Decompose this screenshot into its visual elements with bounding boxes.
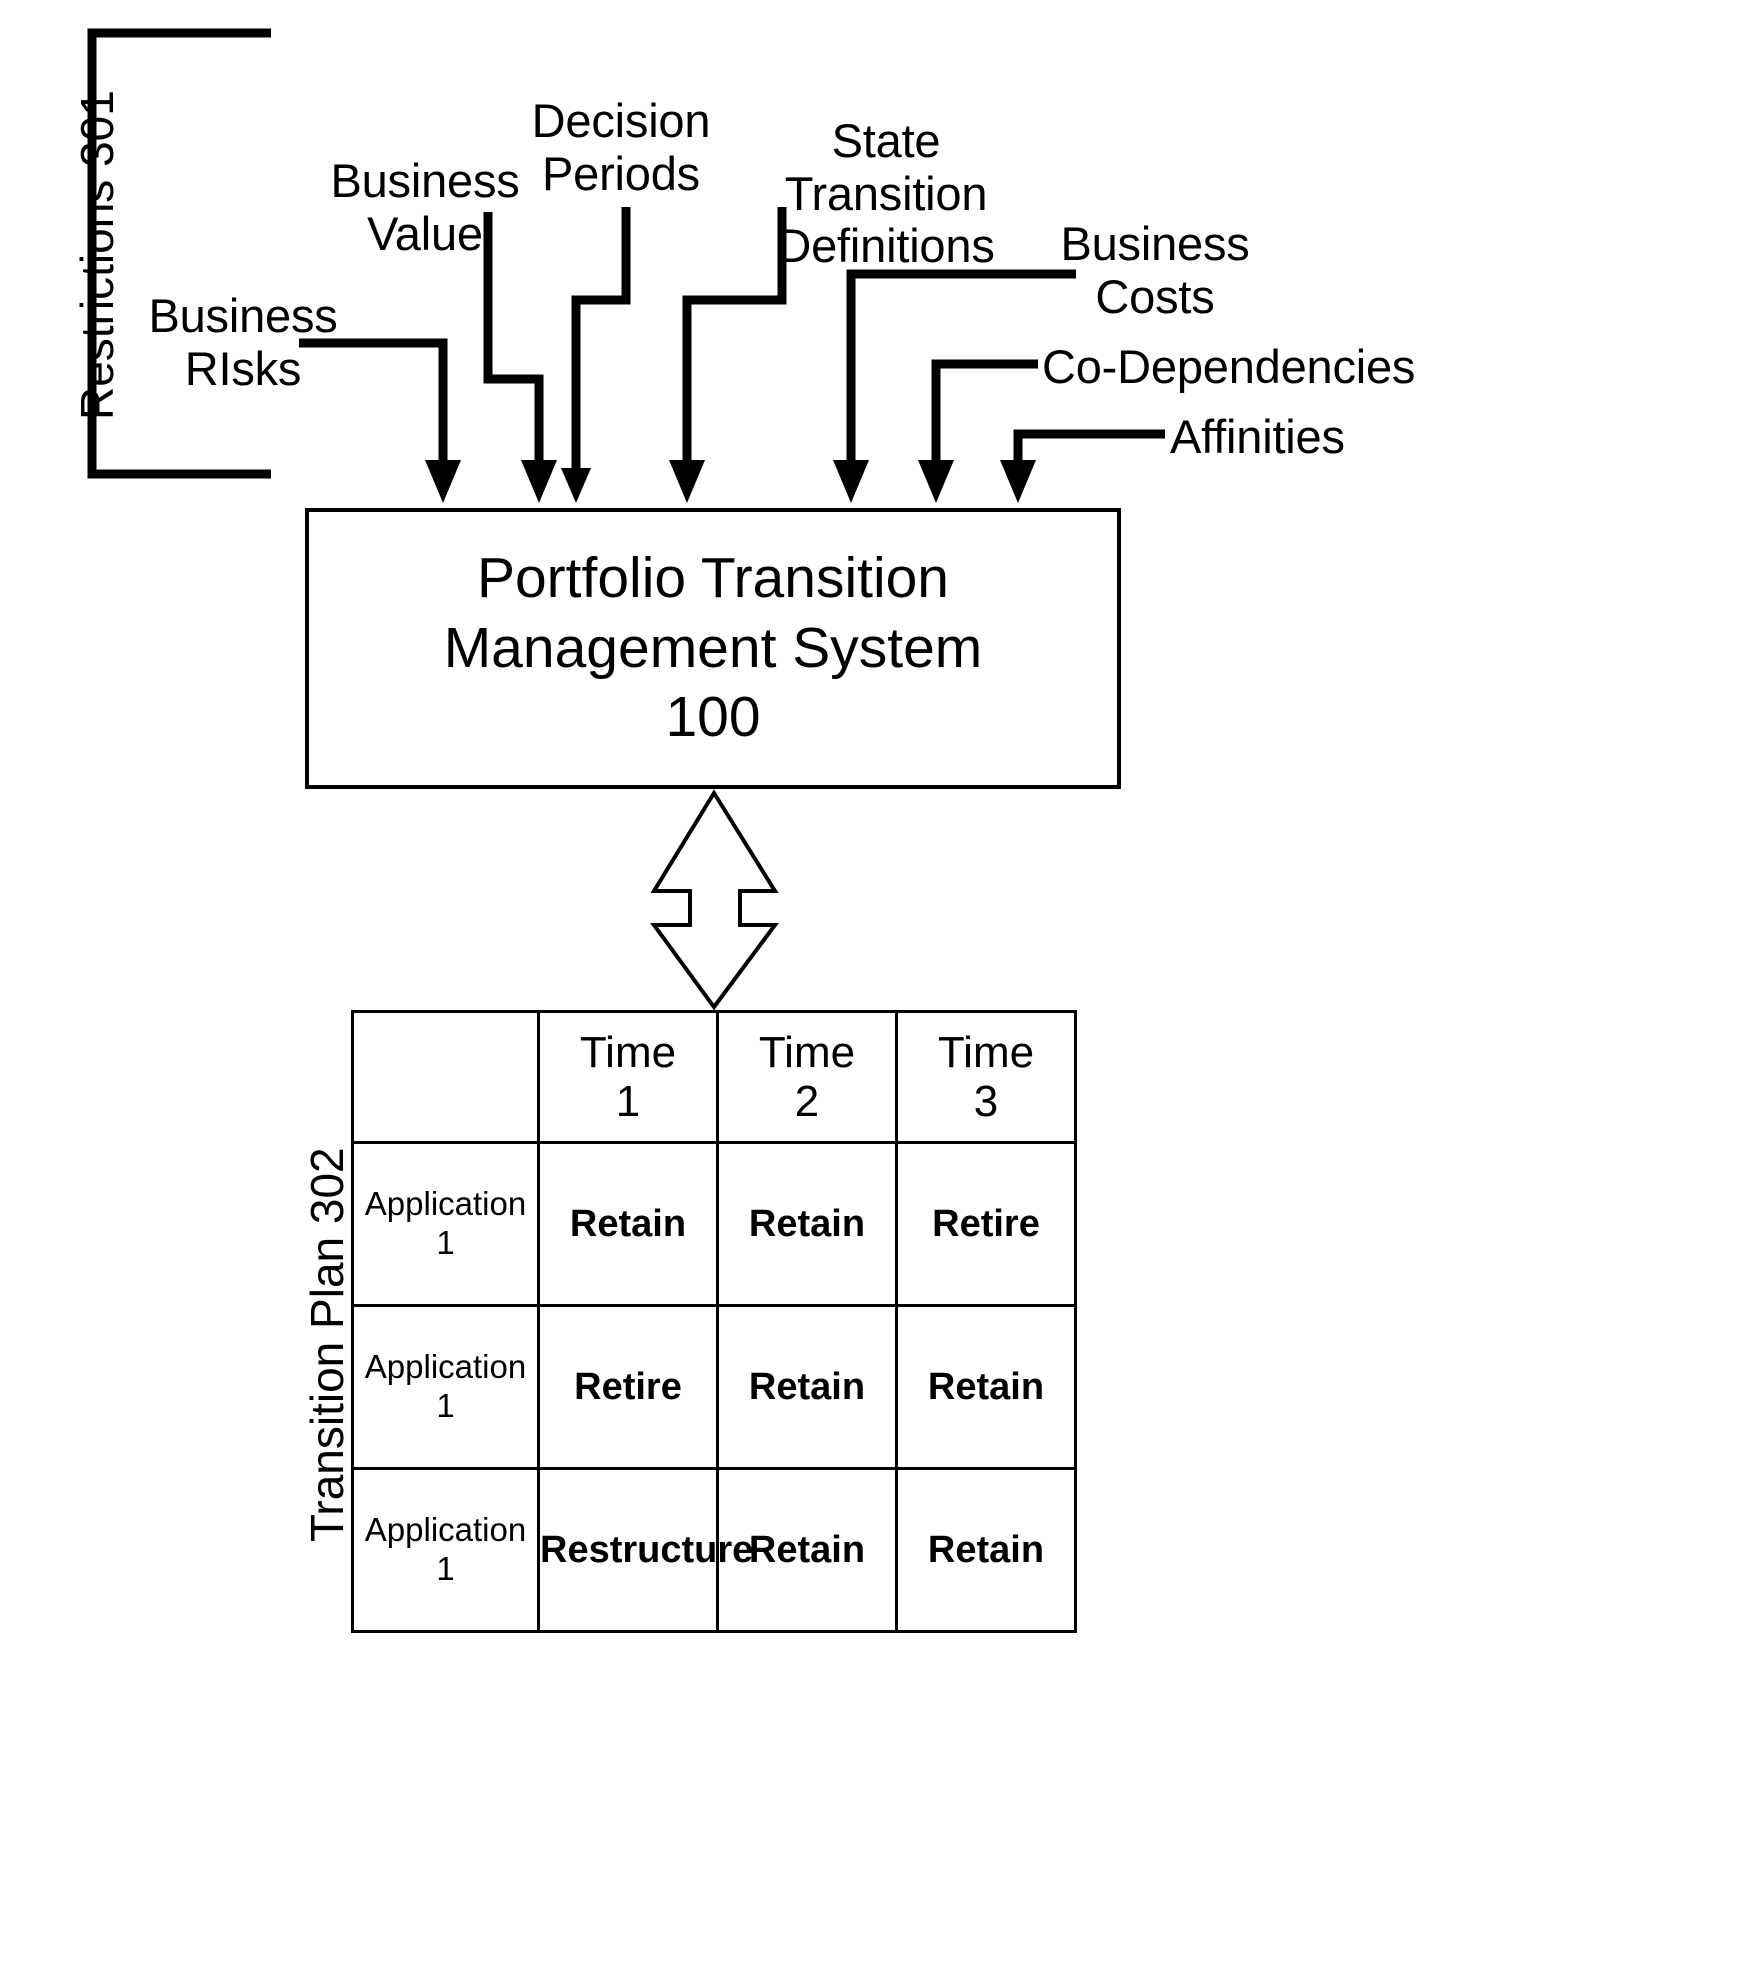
transition-plan-label: Transition Plan 302: [301, 1147, 353, 1542]
table-row: Application 1 Restructure Retain Retain: [351, 1467, 1077, 1633]
input-label-co-dependencies: Co-Dependencies: [1042, 340, 1416, 393]
portfolio-transition-management-system-box: Portfolio Transition Management System 1…: [305, 508, 1121, 789]
arrowhead-business-value: [521, 460, 557, 503]
arrowhead-co-dependencies: [918, 460, 954, 503]
bidirectional-arrow: [650, 789, 779, 1011]
row-header-application-1: Application 1: [351, 1141, 540, 1307]
table-row: Application 1 Retain Retain Retire: [351, 1141, 1077, 1307]
row-header-application-1: Application 1: [351, 1304, 540, 1470]
leader-affinities: [1013, 429, 1165, 460]
input-label-affinities: Affinities: [1170, 410, 1345, 463]
cell-r2-c0: Restructure: [537, 1467, 753, 1633]
cell-r2-c2: Retain: [895, 1467, 1077, 1633]
column-header-time-3: Time 3: [895, 1010, 1077, 1144]
transition-plan-table: Time 1 Time 2 Time 3 Application 1 Retai…: [351, 1010, 1077, 1633]
leader-decision-periods: [571, 207, 631, 468]
cell-r1-c1: Retain: [716, 1304, 898, 1470]
input-label-business-value: Business Value: [330, 154, 520, 260]
table-corner-cell: [351, 1010, 540, 1144]
arrowhead-decision-periods: [561, 468, 591, 503]
patent-figure: Restrictions 301 Transition Plan 302 Bus…: [0, 0, 1753, 1962]
input-label-state-transition-definitions: State Transition Definitions: [777, 114, 995, 273]
arrowhead-state-transition-definitions: [669, 460, 705, 503]
row-header-application-1: Application 1: [351, 1467, 540, 1633]
restrictions-label: Restrictions 301: [71, 90, 123, 420]
arrowhead-business-risks: [425, 460, 461, 503]
cell-r1-c2: Retain: [895, 1304, 1077, 1470]
system-box-title: Portfolio Transition Management System 1…: [443, 546, 983, 750]
leader-co-dependencies: [931, 359, 1038, 460]
arrowhead-affinities: [1000, 460, 1036, 503]
input-label-business-risks: Business RIsks: [148, 289, 338, 395]
table-row: Application 1 Retire Retain Retain: [351, 1304, 1077, 1470]
input-label-business-costs: Business Costs: [1060, 217, 1250, 323]
cell-r0-c2: Retire: [895, 1141, 1077, 1307]
column-header-time-1: Time 1: [537, 1010, 719, 1144]
cell-r0-c0: Retain: [537, 1141, 719, 1307]
arrowhead-business-costs: [833, 460, 869, 503]
cell-r1-c0: Retire: [537, 1304, 719, 1470]
table-header-row: Time 1 Time 2 Time 3: [351, 1010, 1077, 1144]
column-header-time-2: Time 2: [716, 1010, 898, 1144]
cell-r0-c1: Retain: [716, 1141, 898, 1307]
input-label-decision-periods: Decision Periods: [531, 94, 711, 200]
